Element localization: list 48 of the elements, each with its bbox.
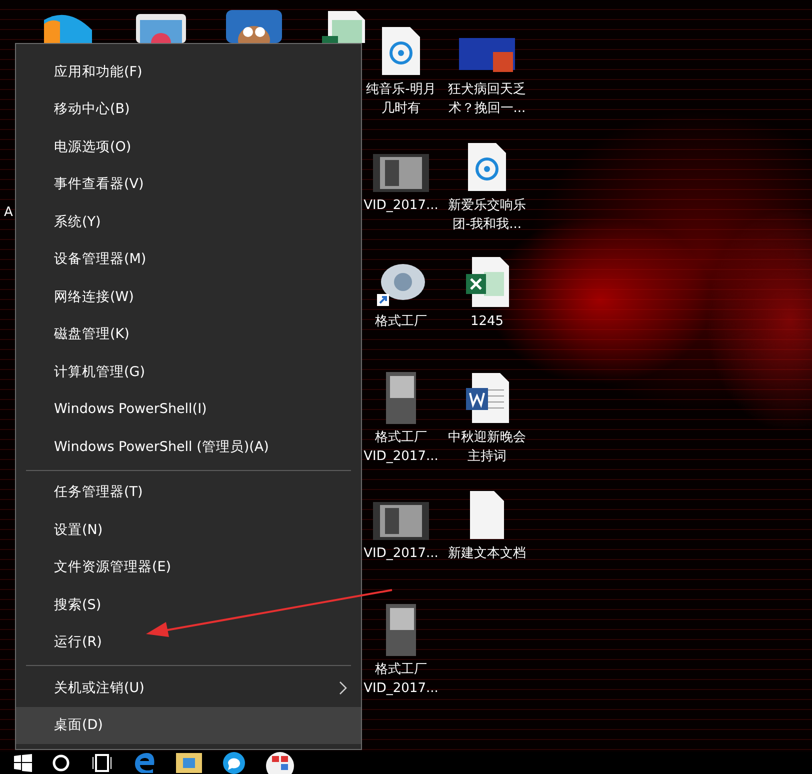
menu-item[interactable]: 文件资源管理器(E) (16, 548, 361, 586)
menu-item[interactable]: 移动中心(B) (16, 90, 361, 128)
menu-item[interactable]: 运行(R) (16, 624, 361, 661)
menu-item[interactable]: 事件查看器(V) (16, 166, 361, 203)
cartoon-game-icon (226, 10, 282, 43)
search-icon[interactable] (52, 754, 70, 772)
menu-item[interactable]: 设备管理器(M) (16, 240, 361, 278)
video-thumbnail-icon (386, 604, 416, 656)
icon-label: 纯音乐-明月 几时有 (366, 81, 436, 118)
icon-label: 中秋迎新晚会 主持词 (448, 429, 526, 466)
menu-item[interactable]: 磁盘管理(K) (16, 316, 361, 353)
menu-item[interactable]: 网络连接(W) (16, 278, 361, 316)
chat-bubble-icon[interactable] (222, 752, 246, 774)
text-file-icon (468, 490, 506, 540)
menu-item[interactable]: 应用和功能(F) (16, 53, 361, 90)
menu-item[interactable]: 计算机管理(G) (16, 353, 361, 390)
menu-item[interactable]: 搜索(S) (16, 586, 361, 624)
spreadsheet-file-icon (320, 10, 366, 43)
menu-item[interactable]: 关机或注销(U) (16, 669, 361, 706)
menu-item[interactable]: 设置(N) (16, 511, 361, 548)
icon-label: 格式工厂 VID_2017... (364, 429, 438, 466)
icon-label: VID_2017... (364, 197, 438, 215)
icon-label: 狂犬病回天乏 术？挽回一... (448, 81, 526, 118)
document-file-icon (464, 372, 510, 424)
video-thumbnail-icon (373, 502, 429, 540)
menu-item[interactable]: 桌面(D) (16, 706, 361, 744)
chevron-right-icon (339, 680, 347, 695)
icon-label: 格式工厂 (375, 313, 427, 331)
icon-label: 新爱乐交响乐 团-我和我... (448, 197, 526, 234)
task-view-icon[interactable] (90, 754, 114, 772)
icon-label: A (4, 205, 13, 220)
music-file-icon (380, 26, 422, 76)
menu-item[interactable]: Windows PowerShell(I) (16, 390, 361, 428)
icon-label: 格式工厂 VID_2017... (364, 661, 438, 698)
icon-label: 新建文本文档 (448, 545, 526, 563)
app-grid-icon[interactable] (266, 752, 294, 774)
browser-icon[interactable] (134, 753, 156, 773)
video-thumbnail-icon (386, 372, 416, 424)
icon-label: VID_2017... (364, 545, 438, 563)
icon-label: 1245 (470, 313, 504, 331)
music-file-icon (466, 142, 508, 192)
windows-start-icon[interactable] (14, 754, 32, 772)
menu-item[interactable]: Windows PowerShell (管理员)(A) (16, 428, 361, 466)
menu-item[interactable]: 系统(Y) (16, 203, 361, 240)
menu-item[interactable]: 任务管理器(T) (16, 474, 361, 511)
video-thumbnail-icon (373, 154, 429, 192)
menu-item[interactable]: 电源选项(O) (16, 128, 361, 166)
spreadsheet-file-icon (464, 256, 510, 308)
